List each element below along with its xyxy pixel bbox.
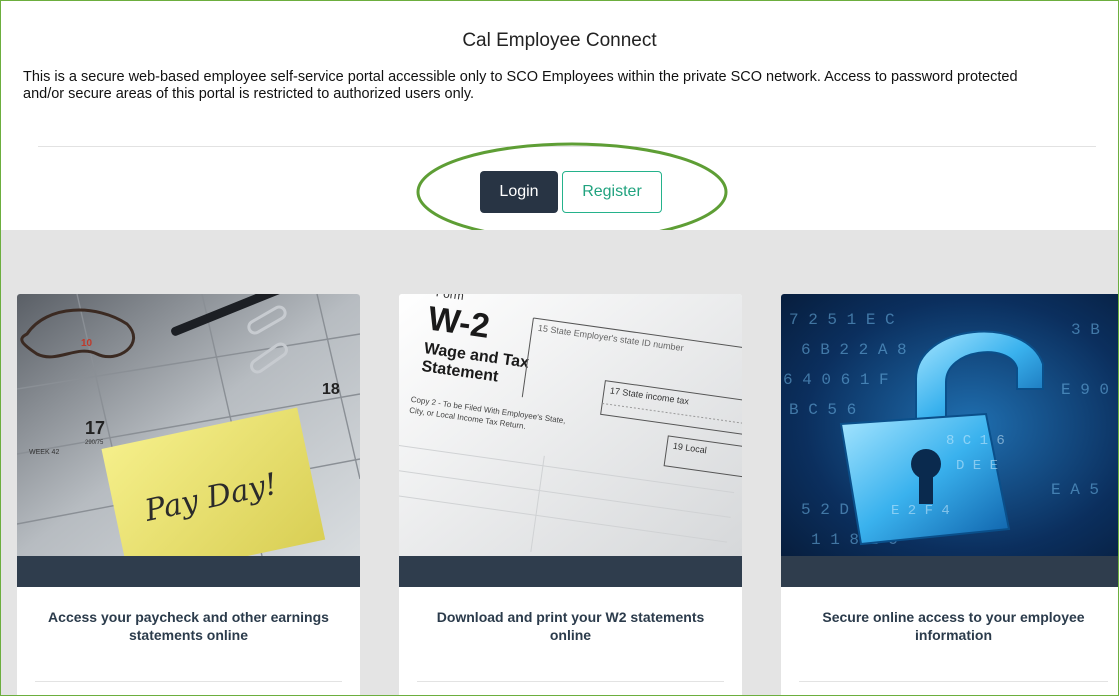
svg-text:B C 5 6: B C 5 6 — [789, 401, 856, 419]
payday-calendar-image: 10 18 17 WEEK 42 290/75 Pay Day! — [17, 294, 360, 556]
card-caption: Download and print your W2 statements on… — [436, 609, 705, 643]
card-caption: Secure online access to your employee in… — [822, 609, 1085, 643]
feature-card-w2[interactable]: Form W-2 Wage and Tax Statement 15 State… — [399, 294, 742, 695]
feature-card-security[interactable]: 7 2 5 1 E C 6 B 2 2 A 8 6 4 0 6 1 F B C … — [781, 294, 1118, 695]
card-divider — [35, 681, 342, 682]
card-caption: Access your paycheck and other earnings … — [48, 609, 329, 643]
svg-text:E 2 F 4: E 2 F 4 — [891, 503, 950, 519]
description-line-2: and/or secure areas of this portal is re… — [23, 86, 475, 102]
card-strip — [399, 556, 742, 587]
svg-text:3 B: 3 B — [1071, 321, 1100, 339]
portal-header: Cal Employee Connect This is a secure we… — [1, 1, 1118, 242]
svg-text:7 2 5 1 E C: 7 2 5 1 E C — [789, 311, 895, 329]
description-line-1: This is a secure web-based employee self… — [23, 69, 1018, 85]
svg-text:E A 5: E A 5 — [1051, 481, 1099, 499]
svg-text:E 9 0: E 9 0 — [1061, 381, 1109, 399]
svg-text:D E E: D E E — [956, 458, 998, 474]
calendar-number-18: 18 — [322, 381, 340, 398]
svg-text:6 B 2 2 A 8: 6 B 2 2 A 8 — [801, 341, 907, 359]
w2-form-image: Form W-2 Wage and Tax Statement 15 State… — [399, 294, 742, 556]
page-frame: Cal Employee Connect This is a secure we… — [0, 0, 1119, 696]
card-strip — [781, 556, 1118, 587]
calendar-day-label: 290/75 — [85, 440, 104, 446]
page-title: Cal Employee Connect — [462, 30, 657, 51]
calendar-number-17: 17 — [85, 418, 105, 438]
calendar-number-10: 10 — [81, 338, 93, 349]
svg-text:8 C 1 6: 8 C 1 6 — [946, 433, 1005, 449]
portal-description: This is a secure web-based employee self… — [23, 69, 1118, 103]
card-strip — [17, 556, 360, 587]
register-button[interactable]: Register — [562, 171, 662, 213]
card-divider — [799, 681, 1108, 682]
svg-text:6 4 0 6 1 F: 6 4 0 6 1 F — [783, 371, 889, 389]
feature-card-paycheck[interactable]: 10 18 17 WEEK 42 290/75 Pay Day! Access … — [17, 294, 360, 695]
calendar-week-label: WEEK 42 — [29, 449, 59, 456]
card-divider — [417, 681, 724, 682]
login-button[interactable]: Login — [480, 171, 558, 213]
digital-padlock-image: 7 2 5 1 E C 6 B 2 2 A 8 6 4 0 6 1 F B C … — [781, 294, 1118, 556]
header-divider — [38, 146, 1096, 147]
